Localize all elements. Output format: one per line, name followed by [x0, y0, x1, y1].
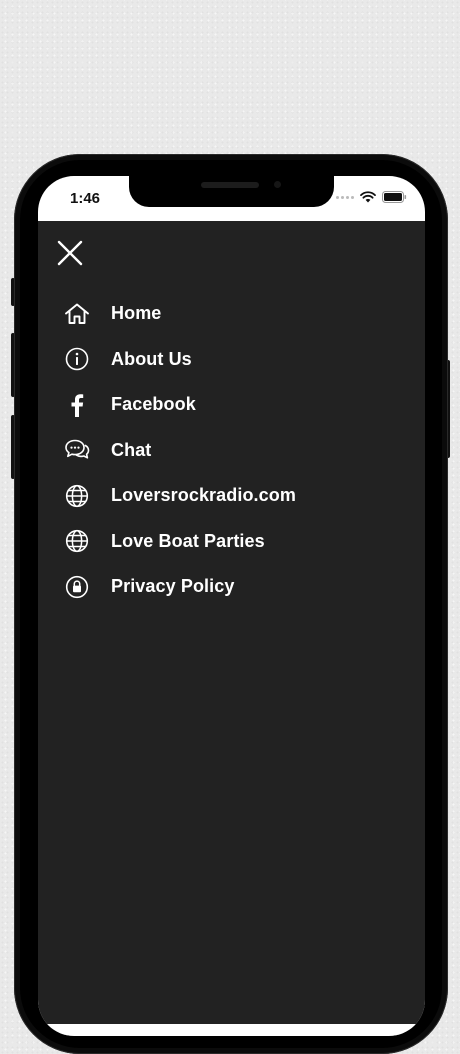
menu-label: Facebook [111, 394, 196, 415]
menu-item-love-boat-parties[interactable]: Love Boat Parties [38, 519, 425, 565]
menu-label: Chat [111, 439, 152, 460]
menu-item-home[interactable]: Home [38, 291, 425, 337]
chat-icon [64, 437, 90, 463]
menu-item-about-us[interactable]: About Us [38, 337, 425, 383]
home-indicator-area [38, 1024, 425, 1036]
globe-icon [64, 528, 90, 554]
menu-label: Privacy Policy [111, 576, 235, 597]
home-icon [64, 301, 90, 327]
menu-label: About Us [111, 348, 192, 369]
facebook-icon [64, 392, 90, 418]
close-icon[interactable] [55, 238, 85, 268]
drawer-menu: Home About Us Facebook Chat Loversrockra… [38, 291, 425, 610]
speaker [201, 182, 259, 188]
menu-label: Love Boat Parties [111, 530, 265, 551]
info-icon [64, 346, 90, 372]
globe-icon [64, 483, 90, 509]
menu-label: Loversrockradio.com [111, 485, 296, 506]
lock-icon [64, 574, 90, 600]
notch [129, 176, 334, 207]
wifi-icon [360, 191, 376, 203]
front-camera [274, 181, 281, 188]
menu-item-loversrockradio[interactable]: Loversrockradio.com [38, 473, 425, 519]
signal-icon [336, 195, 354, 199]
menu-item-privacy-policy[interactable]: Privacy Policy [38, 564, 425, 610]
menu-item-chat[interactable]: Chat [38, 428, 425, 474]
status-time: 1:46 [70, 190, 101, 207]
battery-icon [382, 191, 407, 203]
menu-item-facebook[interactable]: Facebook [38, 382, 425, 428]
phone-screen: 1:46 Home About Us Facebook Chat Loversr… [38, 176, 425, 1036]
menu-label: Home [111, 303, 162, 324]
navigation-drawer: Home About Us Facebook Chat Loversrockra… [38, 221, 425, 1036]
status-icons [336, 191, 407, 203]
